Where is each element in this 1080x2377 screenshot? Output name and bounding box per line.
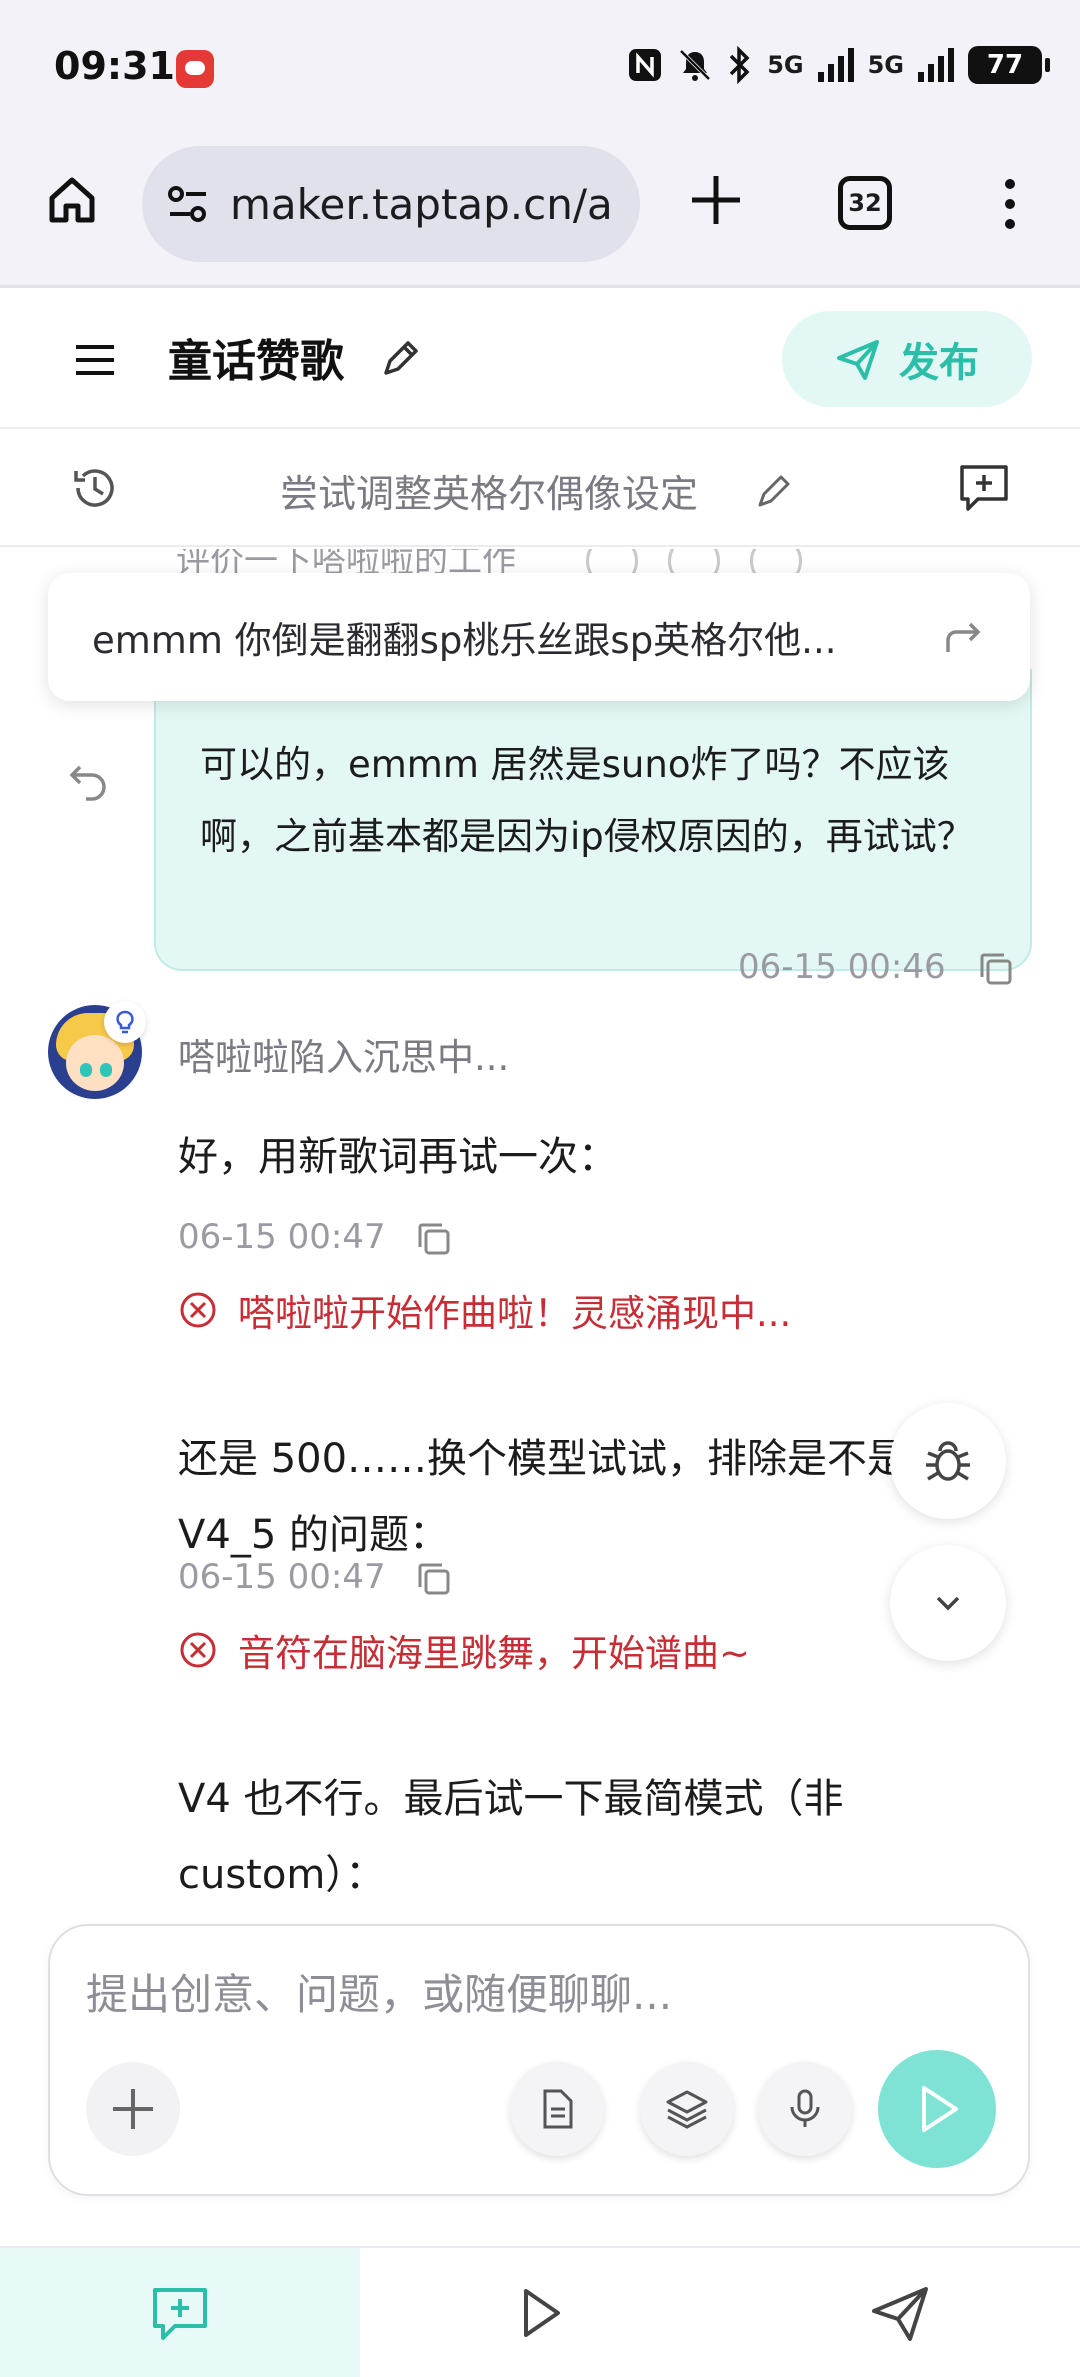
new-chat-icon[interactable] [956,459,1012,515]
quoted-message-card[interactable]: emmm 你倒是翻翻sp桃乐丝跟sp英格尔他... [48,573,1030,701]
browser-toolbar: maker.taptap.cn/a 32 [0,140,1080,288]
notification-app-icon [176,50,214,88]
project-title: 童话赞歌 [168,336,344,387]
play-icon [524,2288,560,2337]
publish-label: 发布 [899,340,979,386]
chevron-down-icon [936,1596,960,1611]
layers-button[interactable] [640,2062,734,2156]
mute-icon [679,49,711,81]
layers-icon [666,2090,708,2129]
chat-area[interactable]: 评价一下嗒啦啦的工作 可以的，emmm 居然是suno炸了吗？不应该啊，之前基本… [0,549,1080,1909]
quoted-message-text: emmm 你倒是翻翻sp桃乐丝跟sp英格尔他... [92,619,837,662]
network-type: 5G [767,51,804,79]
edit-title-icon[interactable] [378,335,424,381]
voice-button[interactable] [758,2062,852,2156]
plus-icon [113,2089,153,2129]
more-options-icon[interactable] [990,174,1030,234]
send-icon [837,340,879,380]
copy-icon[interactable] [976,949,1016,989]
edit-session-icon[interactable] [754,469,796,511]
copy-icon[interactable] [414,1219,454,1259]
battery-icon: 77 [968,46,1050,84]
publish-button[interactable]: 发布 [782,311,1032,407]
error-status: 嗒啦啦开始作曲啦！灵感涌现中... [178,1283,791,1337]
error-status-text: 嗒啦啦开始作曲啦！灵感涌现中... [238,1292,792,1335]
new-tab-button[interactable] [686,170,746,230]
bluetooth-icon [729,46,750,84]
assistant-message: V4 也不行。最后试一下最简模式（非 custom）： [178,1776,844,1898]
user-message-text: 可以的，emmm 居然是suno炸了吗？不应该啊，之前基本都是因为ip侵权原因的… [200,743,974,858]
nav-play[interactable] [360,2248,720,2377]
nfc-icon [629,49,662,81]
chat-input[interactable] [86,1970,986,2019]
message-time: 06-15 00:47 [178,1557,386,1597]
play-send-icon [922,2086,958,2132]
chat-input-card [48,1924,1030,2196]
home-icon [49,177,95,223]
signal-icon-2 [918,48,954,82]
message-time: 06-15 00:47 [178,1217,386,1257]
user-message-time: 06-15 00:46 [738,947,946,987]
address-bar[interactable]: maker.taptap.cn/a [142,146,640,262]
bug-icon [926,1441,970,1481]
bottom-navigation [0,2246,1080,2377]
battery-level: 77 [986,50,1024,80]
undo-icon[interactable] [66,759,110,803]
send-icon [872,2286,928,2341]
status-icons: 5G 5G 77 [627,44,1050,86]
history-icon[interactable] [70,463,120,513]
scroll-down-button[interactable] [890,1545,1006,1661]
user-message-bubble: 可以的，emmm 居然是suno炸了吗？不应该啊，之前基本都是因为ip侵权原因的… [154,669,1032,971]
status-bar: 09:31 5G 5G 77 [0,0,1080,140]
document-button[interactable] [510,2062,604,2156]
nav-publish[interactable] [720,2248,1080,2377]
session-title[interactable]: 尝试调整英格尔偶像设定 [280,463,698,518]
network-type-2: 5G [867,51,904,79]
document-icon [543,2089,573,2129]
status-time: 09:31 [54,44,175,88]
debug-button[interactable] [890,1403,1006,1519]
site-settings-icon[interactable] [162,178,214,230]
assistant-thinking-status: 嗒啦啦陷入沉思中... [178,1036,510,1079]
attach-button[interactable] [86,2062,180,2156]
error-icon [180,1632,216,1668]
assistant-message: 好，用新歌词再试一次： [178,1134,618,1180]
app-header: 童话赞歌 发布 [0,291,1080,429]
session-bar: 尝试调整英格尔偶像设定 [0,431,1080,547]
idea-badge [104,1001,146,1043]
url-text: maker.taptap.cn/a [230,179,613,229]
signal-icon [817,48,854,82]
tab-count: 32 [848,189,882,217]
home-button[interactable] [40,168,104,232]
tab-switcher-button[interactable]: 32 [838,176,892,230]
error-status-text: 音符在脑海里跳舞，开始谱曲~ [238,1632,751,1675]
menu-icon[interactable] [70,335,120,385]
chat-icon [153,2287,207,2340]
microphone-icon [790,2089,820,2127]
lightbulb-icon [116,1010,134,1034]
assistant-message: 还是 500……换个模型试试，排除是不是 V4_5 的问题： [178,1436,908,1558]
forward-icon[interactable] [940,614,986,660]
send-button[interactable] [878,2050,996,2168]
nav-chat[interactable] [0,2248,360,2377]
error-status: 音符在脑海里跳舞，开始谱曲~ [178,1623,750,1677]
copy-icon[interactable] [414,1559,454,1599]
error-icon [180,1292,216,1328]
